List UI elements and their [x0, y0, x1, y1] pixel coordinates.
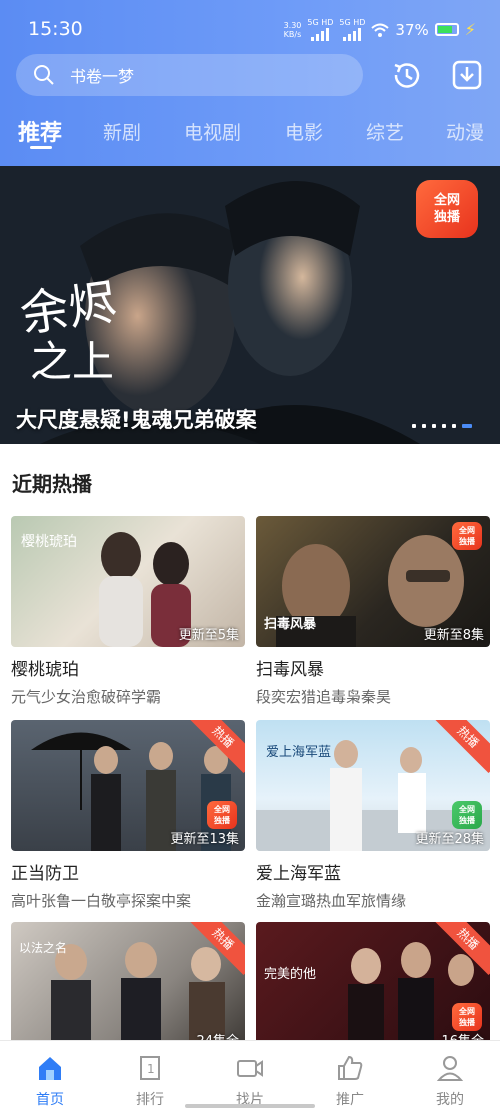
ranking-icon: 1 — [140, 1056, 160, 1080]
card-title: 爱上海军蓝 — [256, 864, 341, 884]
card-thumbnail: 扫毒风暴 全网 独播 更新至8集 — [256, 516, 490, 647]
signal-icon: 5G HD — [307, 18, 333, 41]
page-dot — [422, 424, 426, 428]
nav-home[interactable]: 首页 — [10, 1053, 90, 1109]
signal-label-2: 5G HD — [339, 18, 366, 27]
drama-card[interactable]: 爱上海军蓝 热播 全网 独播 更新至28集 爱上海军蓝 金瀚宣璐热血军旅情缘 — [256, 720, 490, 911]
card-thumbnail: 以法之名 热播 24集全 — [11, 922, 245, 1053]
signal-icon-2: 5G HD — [339, 18, 365, 41]
category-tabs: 推荐 新剧 电视剧 电影 综艺 动漫 — [0, 112, 500, 152]
charging-icon: ⚡ — [464, 20, 476, 39]
exclusive-badge: 全网 独播 — [452, 522, 482, 550]
update-label: 更新至5集 — [178, 628, 239, 643]
drama-card[interactable]: 热播 全网 独播 更新至13集 正当防卫 高叶张鲁一白敬亭探案中案 — [11, 720, 245, 911]
card-subtitle: 段奕宏猎追毒枭秦昊 — [256, 688, 392, 706]
update-label: 更新至13集 — [170, 832, 239, 847]
history-icon[interactable] — [390, 58, 424, 92]
search-bar[interactable]: 书卷一梦 — [16, 54, 363, 96]
card-thumbnail: 樱桃琥珀 更新至5集 — [11, 516, 245, 647]
battery-icon — [434, 23, 459, 36]
card-title: 正当防卫 — [11, 864, 79, 884]
wifi-icon — [371, 23, 390, 37]
page-dot — [432, 424, 436, 428]
status-bar: 15:30 3.30 KB/s 5G HD 5G HD 37% ⚡ — [0, 0, 500, 52]
signal-label-1: 5G HD — [307, 18, 334, 27]
section-title: 近期热播 — [12, 472, 92, 496]
tab-recommend[interactable]: 推荐 — [18, 115, 62, 147]
card-title: 樱桃琥珀 — [11, 660, 79, 680]
page-dot — [412, 424, 416, 428]
badge-line1: 全网 — [433, 193, 460, 208]
tab-indicator — [30, 146, 52, 149]
nav-ranking-label: 排行 — [136, 1092, 164, 1108]
card-subtitle: 金瀚宣璐热血军旅情缘 — [256, 892, 407, 910]
drama-card[interactable]: 完美的他 热播 全网独播 16集全 — [256, 922, 490, 1053]
update-label: 更新至8集 — [423, 628, 484, 643]
nav-discover[interactable]: 找片 — [210, 1053, 290, 1109]
tab-new-drama[interactable]: 新剧 — [103, 118, 141, 145]
card-title: 扫毒风暴 — [256, 660, 324, 680]
home-icon — [39, 1057, 61, 1080]
tab-movie[interactable]: 电影 — [285, 118, 323, 145]
tab-anime[interactable]: 动漫 — [446, 118, 484, 145]
nav-ranking[interactable]: 1 排行 — [110, 1053, 190, 1109]
net-speed-unit: KB/s — [283, 29, 302, 39]
status-icons: 3.30 KB/s 5G HD 5G HD 37% ⚡ — [284, 18, 476, 41]
nav-profile[interactable]: 我的 — [410, 1053, 490, 1109]
update-label: 更新至28集 — [415, 832, 484, 847]
tab-variety[interactable]: 综艺 — [366, 118, 404, 145]
card-thumbnail: 完美的他 热播 全网独播 16集全 — [256, 922, 490, 1053]
svg-text:扫毒风暴: 扫毒风暴 — [264, 616, 317, 632]
nav-home-label: 首页 — [36, 1092, 64, 1108]
page-dot-active — [462, 424, 472, 428]
page-dot — [452, 424, 456, 428]
thumbs-up-icon — [338, 1055, 363, 1080]
battery-percent: 37% — [395, 20, 429, 39]
svg-text:1: 1 — [147, 1062, 155, 1076]
net-speed: 3.30 KB/s — [284, 21, 302, 39]
card-subtitle: 元气少女治愈破碎学霸 — [11, 688, 162, 706]
banner-pagination — [412, 424, 472, 428]
drama-card[interactable]: 以法之名 热播 24集全 — [11, 922, 245, 1053]
svg-text:以法之名: 以法之名 — [19, 940, 67, 955]
banner-caption: 大尺度悬疑!鬼魂兄弟破案 — [16, 408, 257, 432]
drama-card[interactable]: 扫毒风暴 全网 独播 更新至8集 扫毒风暴 段奕宏猎追毒枭秦昊 — [256, 516, 490, 707]
card-thumbnail: 热播 全网 独播 更新至13集 — [11, 720, 245, 851]
video-camera-icon — [237, 1060, 263, 1077]
exclusive-badge: 全网 独播 — [452, 1003, 482, 1031]
tab-tv-series[interactable]: 电视剧 — [184, 118, 241, 145]
page-dot — [442, 424, 446, 428]
card-thumbnail: 爱上海军蓝 热播 全网 独播 更新至28集 — [256, 720, 490, 851]
nav-promote-label: 推广 — [336, 1092, 364, 1108]
drama-card[interactable]: 樱桃琥珀 更新至5集 樱桃琥珀 元气少女治愈破碎学霸 — [11, 516, 245, 707]
hero-banner[interactable]: 余烬 之上 全网 独播 — [0, 166, 500, 444]
download-icon[interactable] — [450, 58, 484, 92]
top-header: 15:30 3.30 KB/s 5G HD 5G HD 37% ⚡ 书卷一梦 推… — [0, 0, 500, 166]
exclusive-badge: 全网 独播 — [207, 801, 237, 829]
gesture-bar[interactable] — [185, 1104, 315, 1108]
search-icon — [34, 65, 54, 85]
status-time: 15:30 — [28, 18, 83, 40]
svg-text:完美的他: 完美的他 — [264, 966, 316, 982]
nav-promote[interactable]: 推广 — [310, 1053, 390, 1109]
exclusive-badge: 全网 独播 — [452, 801, 482, 829]
card-subtitle: 高叶张鲁一白敬亭探案中案 — [11, 892, 192, 910]
net-speed-value: 3.30 — [283, 20, 302, 30]
svg-text:之上: 之上 — [30, 337, 114, 386]
svg-text:爱上海军蓝: 爱上海军蓝 — [266, 745, 331, 760]
exclusive-badge: 全网 独播 — [416, 180, 478, 238]
nav-profile-label: 我的 — [436, 1092, 464, 1108]
search-placeholder: 书卷一梦 — [70, 67, 135, 86]
badge-line2: 独播 — [433, 210, 460, 225]
user-icon — [436, 1056, 464, 1081]
svg-text:樱桃琥珀: 樱桃琥珀 — [21, 533, 77, 550]
